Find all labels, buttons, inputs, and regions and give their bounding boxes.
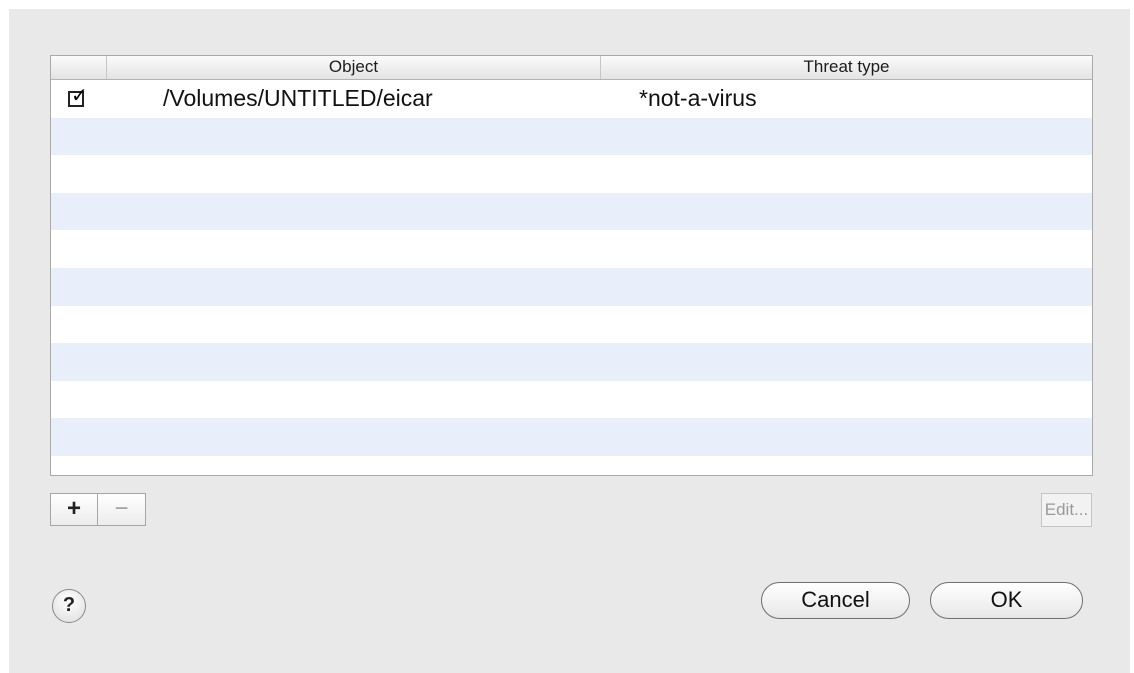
empty-row: [51, 343, 1092, 381]
empty-row: [51, 117, 1092, 156]
empty-row: [51, 230, 1092, 268]
ok-button[interactable]: OK: [930, 582, 1083, 619]
column-header-check[interactable]: [51, 56, 107, 79]
help-button[interactable]: ?: [52, 589, 86, 623]
table-header: Object Threat type: [51, 56, 1092, 80]
add-button[interactable]: +: [50, 493, 98, 526]
column-header-object[interactable]: Object: [107, 56, 601, 79]
checkmark-icon: ✓: [71, 82, 88, 107]
row-checkbox[interactable]: ✓: [68, 85, 88, 107]
row-checkbox-cell: ✓: [51, 85, 107, 107]
table-body: ✓ /Volumes/UNTITLED/eicar *not-a-virus: [51, 80, 1092, 475]
edit-button[interactable]: Edit...: [1041, 493, 1092, 527]
threat-table[interactable]: Object Threat type ✓ /Volumes/UNTITLED/e…: [50, 55, 1093, 476]
column-header-threat-type[interactable]: Threat type: [601, 56, 1092, 79]
threat-type: *not-a-virus: [639, 85, 757, 112]
remove-button[interactable]: −: [98, 493, 146, 526]
object-path: /Volumes/UNTITLED/eicar: [163, 85, 433, 112]
table-row[interactable]: ✓ /Volumes/UNTITLED/eicar *not-a-virus: [51, 80, 1092, 118]
empty-row: [51, 381, 1092, 419]
empty-row: [51, 418, 1092, 456]
empty-row: [51, 267, 1092, 306]
dialog-sheet: Object Threat type ✓ /Volumes/UNTITLED/e…: [9, 9, 1130, 673]
cancel-button[interactable]: Cancel: [761, 582, 910, 619]
empty-row: [51, 192, 1092, 231]
empty-row: [51, 306, 1092, 344]
empty-row: [51, 155, 1092, 193]
